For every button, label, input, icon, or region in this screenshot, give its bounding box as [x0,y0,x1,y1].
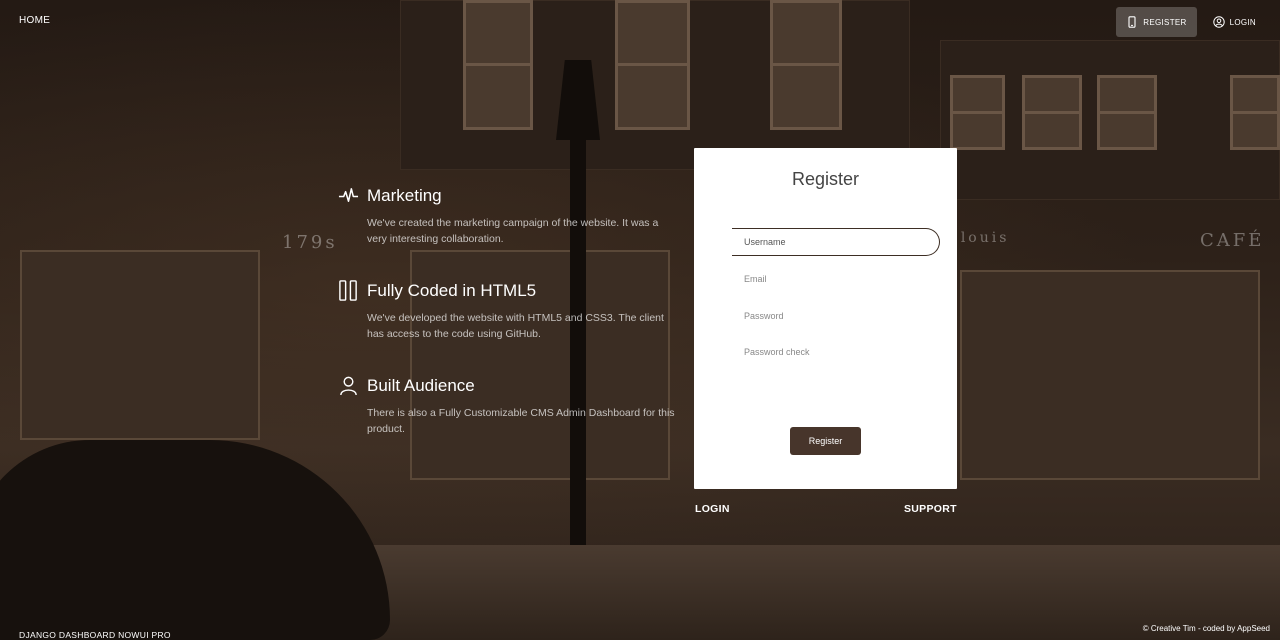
password-check-input[interactable] [732,338,940,366]
register-submit-button[interactable]: Register [790,427,861,455]
footer-brand: DJANGO DASHBOARD NOWUI PRO [19,630,171,640]
feature-title: Marketing [367,185,442,205]
pulse-icon [338,188,359,202]
nav-register-link[interactable]: REGISTER [1116,7,1197,37]
feature-title: Fully Coded in HTML5 [367,280,537,300]
mobile-phone-icon [1128,16,1136,28]
nav-login-label: LOGIN [1229,17,1256,27]
footer-copyright: © Creative Tim - coded by AppSeed [1142,624,1270,633]
register-card-title: Register [791,169,860,189]
user-icon [340,376,357,396]
navbar-right: REGISTER LOGIN [1116,7,1266,37]
feature-description: We've created the marketing campaign of … [367,217,659,245]
register-card: Register Register [694,148,957,489]
support-link[interactable]: SUPPORT [904,503,957,515]
nav-login-link[interactable]: LOGIN [1203,7,1266,37]
username-input[interactable] [732,228,940,256]
nav-register-label: REGISTER [1143,17,1187,27]
password-input[interactable] [732,302,940,330]
feature-marketing: Marketing We've created the marketing ca… [338,185,678,247]
feature-audience: Built Audience There is also a Fully Cus… [338,375,678,437]
email-input[interactable] [732,265,940,293]
login-link[interactable]: LOGIN [695,503,730,515]
feature-description: We've developed the website with HTML5 a… [367,312,664,340]
feature-html5: Fully Coded in HTML5 We've developed the… [338,280,678,342]
html5-columns-icon [339,280,357,301]
nav-home-link[interactable]: HOME [19,15,50,26]
feature-title: Built Audience [367,375,475,395]
feature-description: There is also a Fully Customizable CMS A… [367,407,675,435]
user-circle-icon [1212,16,1225,28]
